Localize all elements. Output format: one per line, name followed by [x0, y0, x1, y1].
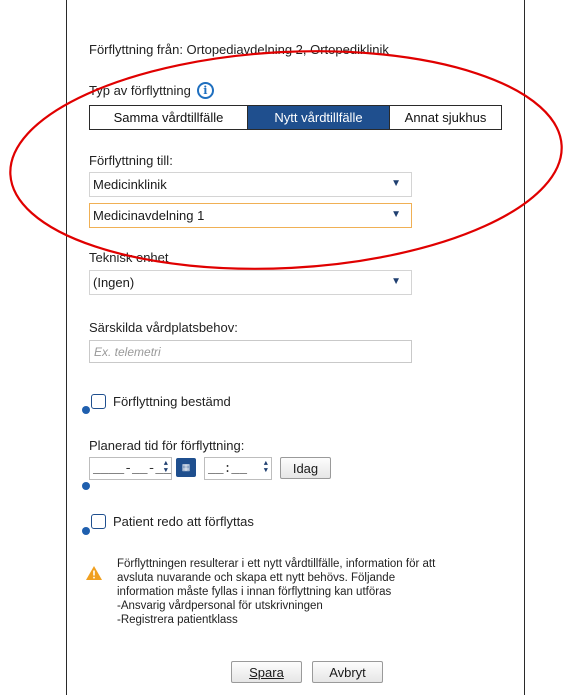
calendar-icon[interactable]: ▦ — [176, 458, 196, 477]
segment-annat-sjukhus[interactable]: Annat sjukhus — [390, 106, 501, 129]
caret-down-icon: ▼ — [391, 276, 401, 287]
transfer-decided-checkbox[interactable] — [91, 394, 106, 409]
clinic-select[interactable]: Medicinklinik ▼ — [89, 172, 412, 197]
patient-ready-checkbox[interactable] — [91, 514, 106, 529]
special-needs-input[interactable]: Ex. telemetri — [89, 340, 412, 363]
date-value: ____-__-__ — [93, 461, 172, 476]
spinner-icon[interactable]: ▲ ▼ — [264, 461, 268, 475]
save-button[interactable]: Spara — [231, 661, 302, 683]
ward-select[interactable]: Medicinavdelning 1 ▼ — [89, 203, 412, 228]
special-needs-label: Särskilda vårdplatsbehov: — [89, 320, 238, 335]
info-dot-icon — [82, 406, 90, 414]
transfer-from-label: Förflyttning från: Ortopediavdelning 2, … — [89, 42, 389, 57]
transfer-type-segmented: Samma vårdtillfälle Nytt vårdtillfälle A… — [89, 105, 502, 130]
warning-line: avsluta nuvarande och skapa ett nytt beh… — [117, 572, 396, 584]
patient-ready-label: Patient redo att förflyttas — [113, 514, 254, 529]
transfer-decided-label: Förflyttning bestämd — [113, 394, 231, 409]
ward-value: Medicinavdelning 1 — [93, 208, 205, 223]
warning-line: -Registrera patientklass — [117, 614, 238, 626]
transfer-to-label: Förflyttning till: — [89, 153, 173, 168]
technical-unit-select[interactable]: (Ingen) ▼ — [89, 270, 412, 295]
planned-time-label: Planerad tid för förflyttning: — [89, 438, 245, 453]
warning-line: -Ansvarig vårdpersonal för utskrivningen — [117, 600, 323, 612]
spinner-icon[interactable]: ▲ ▼ — [164, 461, 168, 475]
cancel-button[interactable]: Avbryt — [312, 661, 383, 683]
segment-nytt-vardtillfalle[interactable]: Nytt vårdtillfälle — [248, 106, 390, 129]
technical-unit-value: (Ingen) — [93, 275, 135, 290]
warning-message: Förflyttningen resulterar i ett nytt vår… — [117, 557, 507, 627]
info-icon[interactable]: i — [196, 82, 214, 99]
warning-line: information måste fyllas i innan förflyt… — [117, 586, 392, 598]
caret-down-icon: ▼ — [391, 209, 401, 220]
date-input[interactable]: ____-__-__ ▲ ▼ — [89, 457, 172, 480]
clinic-value: Medicinklinik — [93, 177, 167, 192]
time-value: __:__ — [208, 461, 248, 476]
warning-icon — [86, 566, 102, 580]
segment-samma-vardtillfalle[interactable]: Samma vårdtillfälle — [90, 106, 248, 129]
info-dot-icon — [82, 527, 90, 535]
warning-line: Förflyttningen resulterar i ett nytt vår… — [117, 558, 436, 570]
transfer-type-row: Typ av förflyttning i — [89, 82, 214, 99]
technical-unit-label: Teknisk enhet — [89, 250, 169, 265]
today-button[interactable]: Idag — [280, 457, 331, 479]
info-dot-icon — [82, 482, 90, 490]
transfer-panel: Förflyttning från: Ortopediavdelning 2, … — [66, 0, 525, 695]
transfer-type-label: Typ av förflyttning — [89, 83, 191, 98]
time-input[interactable]: __:__ ▲ ▼ — [204, 457, 272, 480]
caret-down-icon: ▼ — [391, 178, 401, 189]
